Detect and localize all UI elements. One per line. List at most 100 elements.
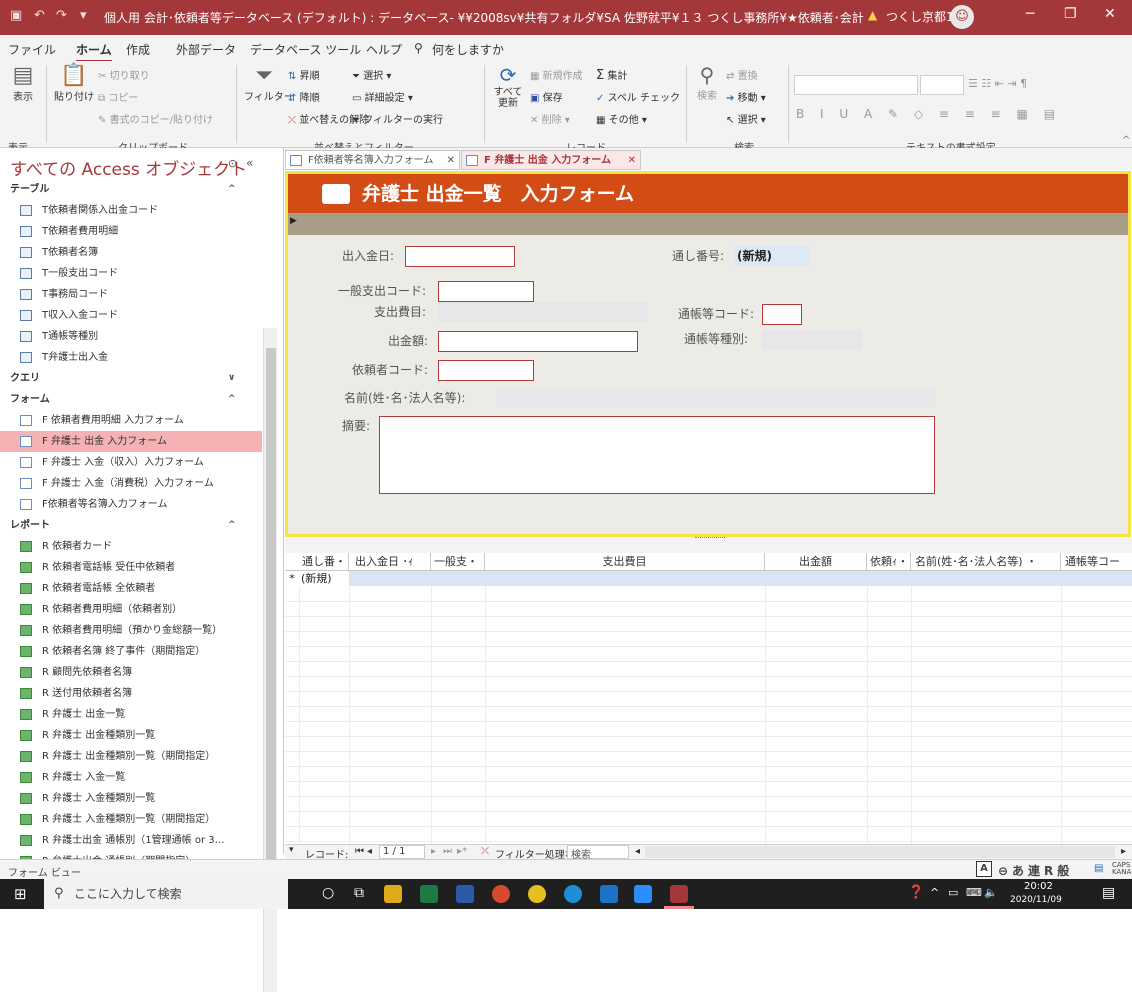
nav-item-report[interactable]: R 依頼者電話帳 全依頼者 — [0, 578, 262, 599]
tab-home[interactable]: ホーム — [76, 41, 112, 62]
form-view-icon[interactable]: ▤ — [1094, 863, 1103, 874]
redo-icon[interactable]: ↷ — [56, 8, 67, 23]
text-format-buttons[interactable]: B I U A ✎ ◇ ≡ ≡ ≡ ▦ ▤ — [796, 107, 1061, 121]
notification-icon[interactable]: ▤ — [1102, 885, 1115, 901]
nav-category-tables[interactable]: テーブル ^ — [0, 179, 262, 200]
chevron-up-icon[interactable]: ^ — [228, 179, 236, 200]
clock-date[interactable]: 2020/11/09 — [1010, 895, 1062, 905]
date-field[interactable] — [405, 246, 515, 267]
close-tab-icon[interactable]: ✕ — [447, 151, 455, 169]
file-explorer-icon[interactable] — [384, 885, 402, 903]
nav-item-table[interactable]: T依頼者名簿 — [0, 242, 262, 263]
filter-button[interactable]: ⏷ フィルター — [244, 63, 294, 103]
tab-external-data[interactable]: 外部データ — [176, 41, 236, 58]
clock-time[interactable]: 20:02 — [1024, 881, 1053, 892]
column-header[interactable]: 通帳等コー — [1061, 553, 1132, 571]
sort-descending-button[interactable]: ⇵ 降順 — [288, 89, 320, 104]
bankbook-code-field[interactable] — [762, 304, 802, 325]
record-search-input[interactable]: 検索 — [567, 845, 629, 861]
sort-ascending-button[interactable]: ⇅ 昇順 — [288, 67, 320, 82]
save-record-button[interactable]: ▣ 保存 — [530, 89, 563, 104]
first-record-icon[interactable]: ⏮ — [355, 846, 364, 857]
nav-item-report[interactable]: R 依頼者費用明細（依頼者別） — [0, 599, 262, 620]
tell-me-box[interactable]: 何をしますか — [432, 41, 504, 58]
prev-record-icon[interactable]: ◂ — [367, 846, 372, 857]
edge-icon[interactable] — [564, 885, 582, 903]
nav-category-reports[interactable]: レポート ^ — [0, 515, 262, 536]
nav-pane-collapse-icon[interactable]: « — [246, 156, 253, 170]
collapse-ribbon-icon[interactable]: ^ — [1122, 135, 1130, 146]
close-tab-icon[interactable]: ✕ — [628, 151, 636, 169]
format-painter-button[interactable]: ✎ 書式のコピー/貼り付け — [98, 111, 213, 126]
nav-item-report[interactable]: R 弁護士 出金種類別一覧 — [0, 725, 262, 746]
delete-record-button[interactable]: ✕ 削除 ▾ — [530, 111, 570, 126]
nav-item-report[interactable]: R 弁護士 入金一覧 — [0, 767, 262, 788]
font-name-select[interactable] — [794, 75, 918, 95]
ime-tray-icon[interactable]: ⌨ — [966, 886, 982, 899]
tray-overflow-icon[interactable]: ^ — [930, 886, 939, 899]
paste-button[interactable]: 📋 貼り付け — [54, 63, 94, 103]
nav-item-report[interactable]: R 弁護士出金 通帳別（1管理通帳 or 3… — [0, 830, 262, 851]
nav-item-table[interactable]: T依頼者費用明細 — [0, 221, 262, 242]
nav-item-form[interactable]: F 弁護士 入金（消費税）入力フォーム — [0, 473, 262, 494]
avatar[interactable]: ☺ — [950, 5, 974, 29]
refresh-all-button[interactable]: ⟳ すべて更新 — [490, 63, 526, 109]
more-button[interactable]: ▦ その他 ▾ — [596, 111, 647, 126]
split-form-splitter[interactable] — [285, 537, 1132, 553]
nav-pane-title[interactable]: すべての Access オブジェクト — [10, 155, 247, 180]
nav-item-report[interactable]: R 顧問先依頼者名簿 — [0, 662, 262, 683]
record-selector[interactable]: ▶ — [288, 213, 1128, 235]
column-header[interactable]: 支出費目 — [485, 553, 765, 571]
toggle-filter-button[interactable]: ⏷ フィルターの実行 — [352, 111, 443, 126]
app-icon[interactable] — [528, 885, 546, 903]
nav-item-form[interactable]: F 依頼者費用明細 入力フォーム — [0, 410, 262, 431]
nav-scroll-thumb[interactable] — [266, 348, 276, 908]
close-icon[interactable]: ✕ — [1104, 6, 1116, 22]
nav-item-form[interactable]: F 弁護士 出金 入力フォーム — [0, 431, 262, 452]
list-buttons[interactable]: ☰ ☷ ⇤ ⇥ ¶ — [968, 77, 1027, 90]
nav-item-table[interactable]: T依頼者関係入出金コード — [0, 200, 262, 221]
minimize-icon[interactable]: ─ — [1026, 6, 1034, 22]
tab-help[interactable]: ヘルプ — [366, 41, 402, 58]
nav-item-report[interactable]: R 弁護士 入金種類別一覧 — [0, 788, 262, 809]
view-button[interactable]: ▤ 表示 — [8, 63, 38, 103]
spelling-button[interactable]: ✓ スペル チェック — [596, 89, 680, 104]
column-header[interactable]: 出入金日 ･ｨ — [349, 553, 431, 571]
restore-icon[interactable]: ❐ — [1064, 6, 1077, 22]
new-record-button[interactable]: ▦ 新規作成 — [530, 67, 583, 82]
tab-create[interactable]: 作成 — [126, 41, 150, 58]
zoom-icon[interactable] — [634, 885, 652, 903]
replace-button[interactable]: ⇄ 置換 — [726, 67, 758, 82]
font-size-select[interactable] — [920, 75, 964, 95]
select-button[interactable]: ↖ 選択 ▾ — [726, 111, 766, 126]
chevron-up-icon[interactable]: ^ — [228, 515, 236, 536]
column-header[interactable]: 通し番・ — [299, 553, 349, 571]
new-record-nav-icon[interactable]: ▸* — [457, 846, 467, 857]
amount-field[interactable] — [438, 331, 638, 352]
windows-start-icon[interactable]: ⊞ — [14, 885, 27, 903]
find-button[interactable]: ⚲ 検索 — [692, 63, 722, 102]
advanced-filter-button[interactable]: ▭ 詳細設定 ▾ — [352, 89, 413, 104]
tell-me-icon[interactable]: ⚲ — [414, 41, 423, 55]
help-icon[interactable]: ❓ — [908, 885, 924, 900]
general-code-field[interactable] — [438, 281, 534, 302]
ime-toolbar[interactable]: ⊖あ連R般 — [998, 862, 1073, 879]
chevron-up-icon[interactable]: ^ — [228, 389, 236, 410]
selection-button[interactable]: ⏷ 選択 ▾ — [352, 67, 391, 82]
nav-item-report[interactable]: R 依頼者費用明細（預かり金総額一覧） — [0, 620, 262, 641]
nav-pane-menu-icon[interactable]: ⊙ — [228, 157, 237, 170]
tab-database-tools[interactable]: データベース ツール — [250, 41, 361, 58]
nav-category-queries[interactable]: クエリ ∨ — [0, 368, 262, 389]
access-icon[interactable] — [670, 885, 688, 903]
nav-item-report[interactable]: R 依頼者名簿 終了事件（期間指定） — [0, 641, 262, 662]
cortana-icon[interactable]: ○ — [322, 885, 334, 901]
save-icon[interactable]: ▣ — [10, 8, 22, 23]
tab-file[interactable]: ファイル — [8, 41, 56, 58]
undo-icon[interactable]: ↶ — [34, 8, 45, 23]
task-view-icon[interactable]: ⧉ — [354, 885, 364, 901]
nav-item-report[interactable]: R 送付用依頼者名簿 — [0, 683, 262, 704]
excel-icon[interactable] — [420, 885, 438, 903]
taskbar-search[interactable]: ⚲ ここに入力して検索 — [44, 879, 288, 909]
tab-client-list-form[interactable]: F依頼者等名簿入力フォーム ✕ — [285, 150, 460, 170]
tab-lawyer-withdrawal-form[interactable]: F 弁護士 出金 入力フォーム ✕ — [461, 150, 641, 170]
